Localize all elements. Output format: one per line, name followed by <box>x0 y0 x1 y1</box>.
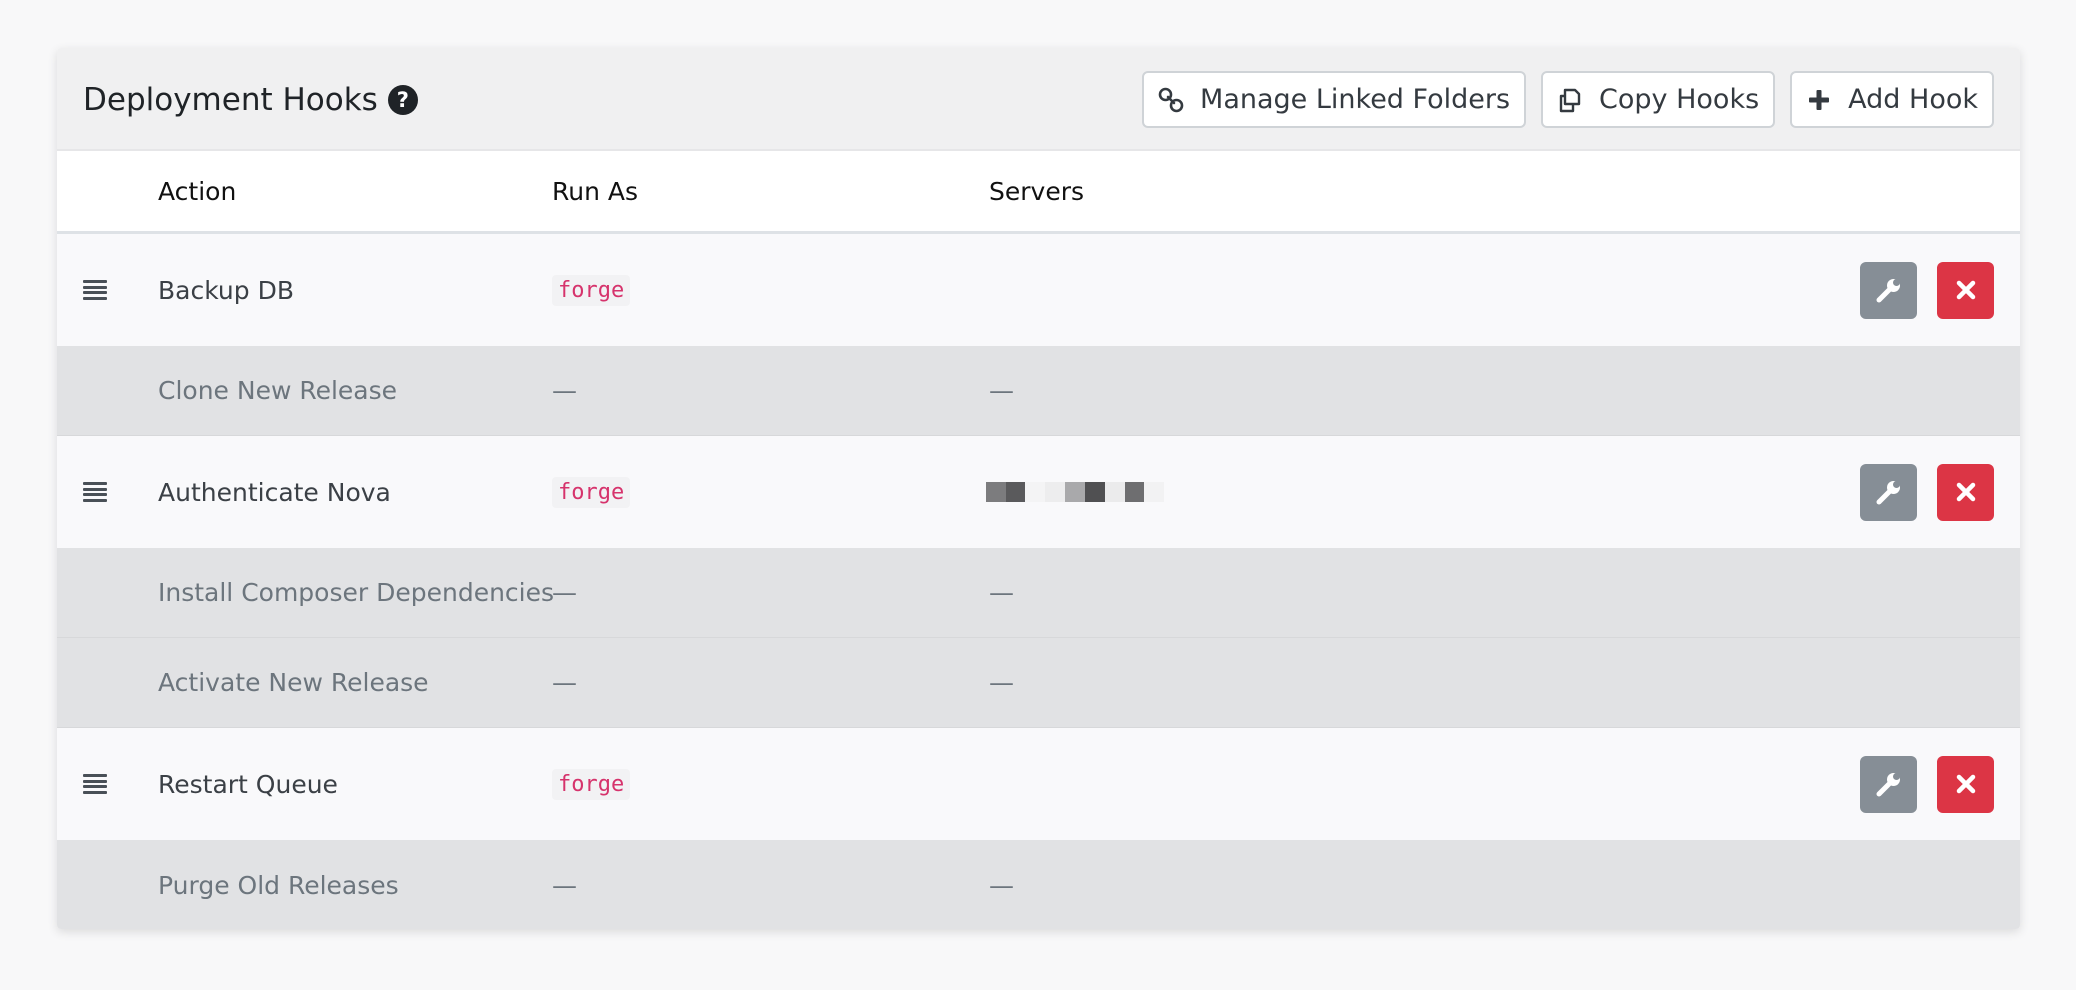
hook-servers: — <box>989 870 1014 900</box>
question-circle-icon[interactable]: ? <box>387 84 418 115</box>
hook-action: Restart Queue <box>158 769 338 799</box>
hook-run-as: — <box>552 376 577 405</box>
hook-servers: — <box>989 376 1014 405</box>
row-actions <box>1860 728 1994 840</box>
table-header: Action Run As Servers <box>57 151 2020 234</box>
hook-servers-redacted <box>986 436 1164 548</box>
table-row: Authenticate Nova forge <box>57 436 2020 548</box>
copy-hooks-button[interactable]: Copy Hooks <box>1541 71 1776 128</box>
run-as-user: forge <box>552 476 631 508</box>
manage-linked-folders-button[interactable]: Manage Linked Folders <box>1142 71 1527 128</box>
column-header-servers: Servers <box>989 176 1085 206</box>
hook-servers: — <box>989 668 1014 697</box>
table-row: Purge Old Releases — — <box>57 840 2020 929</box>
table-row: Clone New Release — — <box>57 346 2020 436</box>
drag-handle-icon[interactable] <box>83 234 107 346</box>
wrench-icon <box>1876 773 1900 797</box>
hook-servers: — <box>989 578 1014 607</box>
hook-action: Activate New Release <box>158 668 429 697</box>
table-row: Backup DB forge <box>57 234 2020 346</box>
hook-run-as: — <box>552 668 577 697</box>
close-icon <box>1956 280 1975 300</box>
run-as-user: forge <box>552 274 631 306</box>
plus-icon <box>1804 85 1834 115</box>
edit-hook-button[interactable] <box>1860 463 1917 521</box>
header-actions: Manage Linked Folders Copy Hooks Add Hoo… <box>1142 71 1994 128</box>
deployment-hooks-card: Deployment Hooks ? Manage Linked Folders <box>57 48 2020 929</box>
drag-handle-icon[interactable] <box>83 436 107 548</box>
drag-handle-icon[interactable] <box>83 728 107 840</box>
delete-hook-button[interactable] <box>1937 463 1994 521</box>
hook-run-as: — <box>552 870 577 900</box>
table-row: Install Composer Dependencies — — <box>57 548 2020 638</box>
redacted-server-list <box>986 482 1164 502</box>
add-hook-button[interactable]: Add Hook <box>1790 71 1994 128</box>
hook-run-as: forge <box>552 728 631 840</box>
edit-hook-button[interactable] <box>1860 261 1917 319</box>
hook-action: Backup DB <box>158 275 294 305</box>
hook-run-as: forge <box>552 436 631 548</box>
column-header-action: Action <box>158 176 237 206</box>
delete-hook-button[interactable] <box>1937 755 1994 813</box>
table-row: Restart Queue forge <box>57 728 2020 840</box>
copy-hooks-label: Copy Hooks <box>1599 84 1760 115</box>
wrench-icon <box>1876 279 1900 303</box>
hook-action: Authenticate Nova <box>158 477 391 507</box>
copy-icon <box>1555 85 1585 115</box>
manage-linked-folders-label: Manage Linked Folders <box>1200 84 1511 115</box>
card-header: Deployment Hooks ? Manage Linked Folders <box>57 48 2020 151</box>
delete-hook-button[interactable] <box>1937 261 1994 319</box>
row-actions <box>1860 436 1994 548</box>
hook-action: Install Composer Dependencies <box>158 578 555 607</box>
edit-hook-button[interactable] <box>1860 755 1917 813</box>
link-icon <box>1156 85 1186 115</box>
table-row: Activate New Release — — <box>57 638 2020 728</box>
hook-run-as: forge <box>552 234 631 346</box>
hook-action: Clone New Release <box>158 376 398 405</box>
close-icon <box>1956 774 1975 794</box>
add-hook-label: Add Hook <box>1848 84 1978 115</box>
close-icon <box>1956 482 1975 502</box>
hook-run-as: — <box>552 578 577 607</box>
title-text: Deployment Hooks <box>83 81 378 118</box>
hook-action: Purge Old Releases <box>158 870 399 900</box>
page-title: Deployment Hooks ? <box>83 48 418 151</box>
column-header-run-as: Run As <box>552 176 639 206</box>
row-actions <box>1860 234 1994 346</box>
wrench-icon <box>1876 481 1900 505</box>
run-as-user: forge <box>552 768 631 800</box>
